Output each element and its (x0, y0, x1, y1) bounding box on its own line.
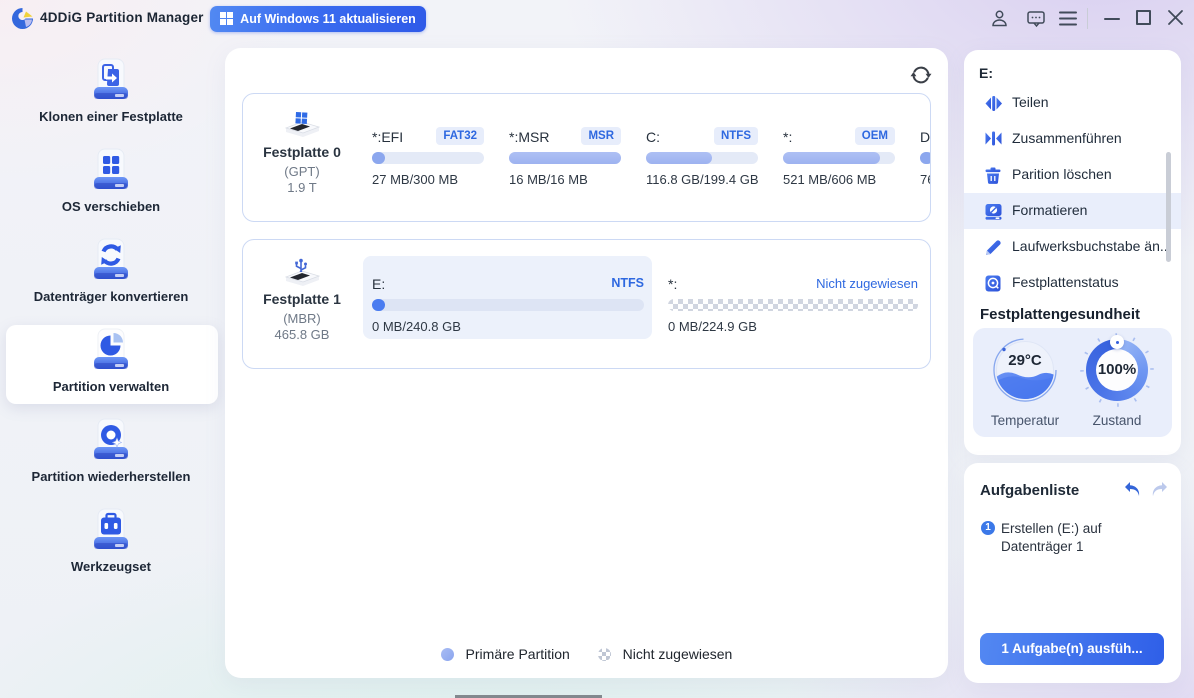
svg-text:29°C: 29°C (1008, 352, 1042, 369)
